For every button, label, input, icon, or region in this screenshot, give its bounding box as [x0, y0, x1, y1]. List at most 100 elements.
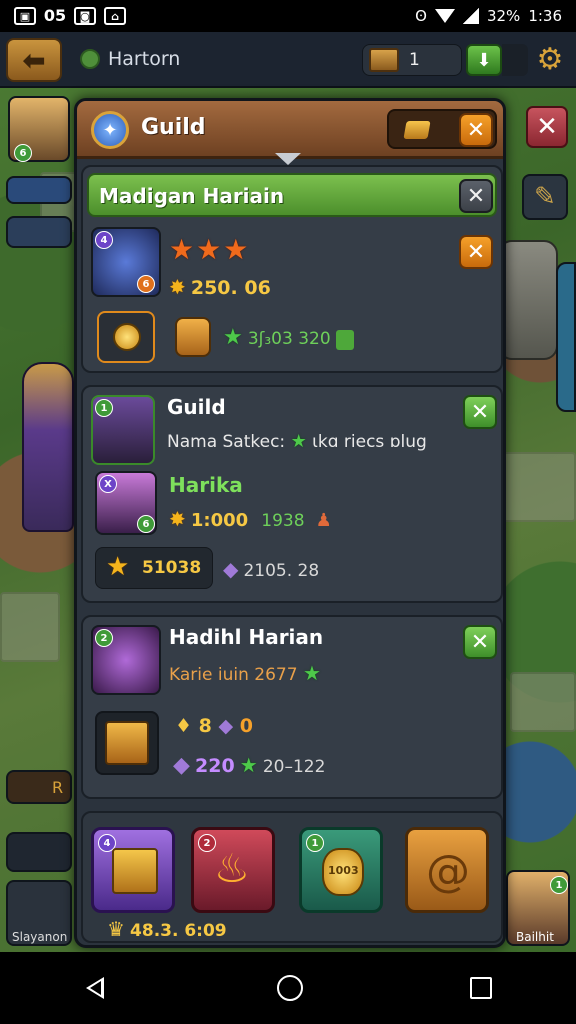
quill-icon: ✎ [534, 182, 556, 212]
potion-icon: ♟ [315, 510, 332, 531]
small-value-a: 8 [198, 715, 212, 737]
header-action-group: ✕ [387, 109, 497, 149]
side-slot-bottom-left[interactable]: Slayanon [6, 880, 72, 946]
chevron-down-icon [275, 153, 301, 165]
system-nav-bar [0, 952, 576, 1024]
guild-panel-3: 2 Hadihl Harian ✕ Karie iuin 2677 ★ ♦ 8 … [81, 615, 503, 799]
status-bar: ▣ 05 ◙ ⌂ ʘ 32% 1:36 [0, 0, 576, 32]
member-name: Harika [169, 473, 243, 497]
range-value: 20–122 [262, 757, 326, 777]
download-button[interactable]: ⬇ [466, 44, 502, 76]
item-close-button[interactable]: ✕ [459, 235, 493, 269]
hero-portrait-right[interactable]: 1 Bailhit [506, 870, 570, 946]
reward-bar: 4 2 ♨ 1 1003 @ ♛ 48.3. 6:09 [81, 811, 503, 943]
guild-panel-1: Madigan Hariain ✕ 4 6 ★★★ ✕ ✸ 250. 06 ★ … [81, 165, 503, 373]
download-button-tail [502, 44, 528, 76]
boss-portrait[interactable]: 2 [91, 625, 161, 695]
o5-icon: 05 [43, 6, 67, 25]
photo-icon: ◙ [74, 7, 96, 25]
crown-icon: ♛ [107, 917, 125, 941]
shield-coin-text: 1003 [328, 864, 359, 877]
resource-counter[interactable]: 1 [362, 44, 462, 76]
side-bottom-left-label: Slayanon [12, 930, 68, 944]
bag-icon[interactable] [403, 121, 431, 139]
star-icon: ★ [106, 552, 130, 582]
crate-icon [369, 48, 399, 72]
hero-portrait-left[interactable]: 6 [8, 96, 70, 162]
side-drawer-tab[interactable] [556, 262, 576, 412]
nav-back-button[interactable] [84, 975, 110, 1001]
item-badge: 4 [95, 231, 113, 249]
status-notification-icons: ▣ 05 ◙ ⌂ [14, 7, 126, 25]
reward-timer-value: 48.3. 6:09 [130, 921, 227, 941]
side-menu-item[interactable] [6, 216, 72, 248]
gem-icon: ◆ [218, 715, 234, 737]
item-portrait[interactable]: 4 6 [91, 227, 161, 297]
panel-banner-title: Madigan Hariain [99, 184, 285, 208]
small-values: ♦ 8 ◆ 0 [175, 715, 253, 737]
panel3-title: Hadihl Harian [169, 625, 324, 649]
flame-icon: ♨ [214, 846, 250, 892]
boss-badge: 2 [95, 629, 113, 647]
panel3-close-button[interactable]: ✕ [463, 625, 497, 659]
quill-button[interactable]: ✎ [522, 174, 568, 220]
hero-character[interactable] [22, 362, 74, 532]
purple-value: 220 [195, 755, 235, 777]
coin-slot[interactable] [97, 311, 155, 363]
reward-slot-fire-chest[interactable]: 2 ♨ [191, 827, 275, 913]
reward-slot-scroll[interactable]: @ [405, 827, 489, 913]
green-star-icon: ★ [239, 753, 258, 777]
reward-timer: ♛ 48.3. 6:09 [107, 917, 227, 941]
resource-count: 1 [409, 50, 420, 70]
gold-star-icon: ✸ [169, 275, 186, 299]
back-button[interactable]: ⬅ [6, 38, 62, 82]
side-menu-item[interactable] [6, 176, 72, 204]
download-icon: ⬇ [476, 49, 492, 71]
nav-home-button[interactable] [276, 975, 303, 1001]
reward-slot-shield[interactable]: 1 1003 [299, 827, 383, 913]
chest-icon [175, 317, 211, 357]
panel3-line-tail: iuin 2677 [217, 665, 298, 685]
stat-line-value: 3ʃ₃03 320 [247, 329, 331, 349]
close-icon: ✕ [466, 183, 486, 209]
side-menu-item[interactable]: R [6, 770, 72, 804]
guild-modal: ✦ Guild ✕ Madigan Hariain ✕ 4 6 ★★★ ✕ ✸ … [74, 98, 506, 948]
member-portrait[interactable]: X 6 [95, 471, 157, 535]
nav-recents-button[interactable] [470, 977, 493, 999]
camera-icon: ⌂ [104, 7, 126, 25]
gear-icon: ⚙ [536, 42, 564, 77]
signal-icon [462, 8, 479, 24]
paw-icon [80, 49, 100, 69]
grey-value-line: ◆ 2105. 28 [223, 557, 319, 581]
member-stats: ✸ 1:000 1938 ♟ [169, 507, 332, 531]
green-star-icon: ★ [223, 325, 243, 350]
close-map-button[interactable]: ✕ [526, 106, 568, 148]
triangle-back-inner [89, 981, 101, 995]
star-icon: ★ [169, 233, 197, 266]
stat-line: ★ 3ʃ₃03 320 [223, 325, 354, 350]
swirl-icon: @ [426, 846, 470, 897]
alarm-icon: ʘ [415, 7, 427, 25]
ground-tile [0, 592, 60, 662]
clock: 1:36 [528, 7, 562, 25]
gold-star-icon: ✸ [169, 507, 186, 531]
gold-line: ✸ 250. 06 [169, 275, 271, 299]
panel2-title: Guild [167, 395, 226, 419]
side-menu-item[interactable] [6, 832, 72, 872]
reward-slot-gift[interactable]: 4 [91, 827, 175, 913]
modal-close-button[interactable]: ✕ [459, 113, 493, 147]
settings-button[interactable]: ⚙ [534, 44, 566, 76]
panel2-close-button[interactable]: ✕ [463, 395, 497, 429]
star-value: 51038 [142, 558, 202, 578]
treasure-chest-slot[interactable] [95, 711, 159, 775]
location-name: Hartorn [108, 48, 181, 70]
guild-emblem[interactable]: 1 [91, 395, 155, 465]
green-star-icon: ★ [302, 661, 321, 685]
banner-close-button[interactable]: ✕ [459, 179, 493, 213]
member-gold: 1:000 [190, 510, 249, 531]
star-icon: ★ [196, 233, 224, 266]
green-star-icon: ★ [290, 431, 307, 452]
panel3-line: Karie iuin 2677 ★ [169, 661, 321, 685]
guild-badge: 1 [95, 399, 113, 417]
panel2-line-label: Nama Satkec: [167, 432, 286, 452]
